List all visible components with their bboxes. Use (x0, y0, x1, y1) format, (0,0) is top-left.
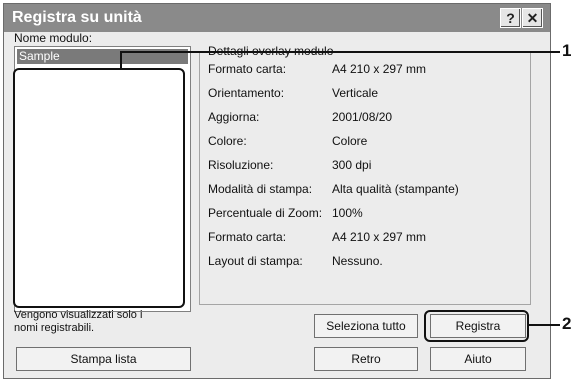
detail-label: Modalità di stampa: (208, 182, 313, 196)
detail-label: Orientamento: (208, 86, 285, 100)
detail-label: Layout di stampa: (208, 254, 303, 268)
callout-2-highlight (424, 310, 529, 342)
callout-2-number: 2 (562, 314, 572, 333)
window-title: Registra su unità (12, 9, 142, 26)
detail-label: Colore: (208, 134, 247, 148)
callout-2-leader (529, 324, 560, 326)
note-line-1: Vengono visualizzati solo i (14, 309, 143, 321)
form-name-label: Nome modulo: (14, 31, 93, 45)
detail-label: Formato carta: (208, 230, 287, 244)
callout-1-leader-vertical (120, 51, 122, 69)
detail-value: A4 210 x 297 mm (332, 230, 427, 244)
select-all-button[interactable]: Seleziona tutto (314, 314, 418, 338)
detail-value: Alta qualità (stampante) (332, 182, 459, 196)
back-button[interactable]: Retro (314, 347, 418, 371)
detail-value: 2001/08/20 (332, 110, 393, 124)
title-bar[interactable]: Registra su unità ? ✕ (4, 4, 550, 32)
detail-value: 300 dpi (332, 158, 372, 172)
detail-value: Nessuno. (332, 254, 383, 268)
detail-label: Risoluzione: (208, 158, 274, 172)
callout-1-leader-horizontal (120, 51, 560, 53)
detail-value: 100% (332, 206, 363, 220)
callout-1-highlight (13, 68, 185, 308)
detail-value: A4 210 x 297 mm (332, 62, 427, 76)
detail-label: Formato carta: (208, 62, 287, 76)
details-group: Dettagli overlay modulo Formato carta: A… (199, 44, 531, 305)
close-icon[interactable]: ✕ (522, 8, 543, 28)
help-icon[interactable]: ? (500, 8, 521, 28)
print-list-button[interactable]: Stampa lista (16, 347, 191, 371)
detail-label: Percentuale di Zoom: (208, 206, 323, 220)
note-line-2: nomi registrabili. (14, 322, 95, 334)
callout-1-number: 1 (562, 41, 572, 60)
detail-value: Verticale (332, 86, 379, 100)
detail-value: Colore (332, 134, 368, 148)
help-button[interactable]: Aiuto (430, 347, 526, 371)
detail-label: Aggiorna: (208, 110, 260, 124)
